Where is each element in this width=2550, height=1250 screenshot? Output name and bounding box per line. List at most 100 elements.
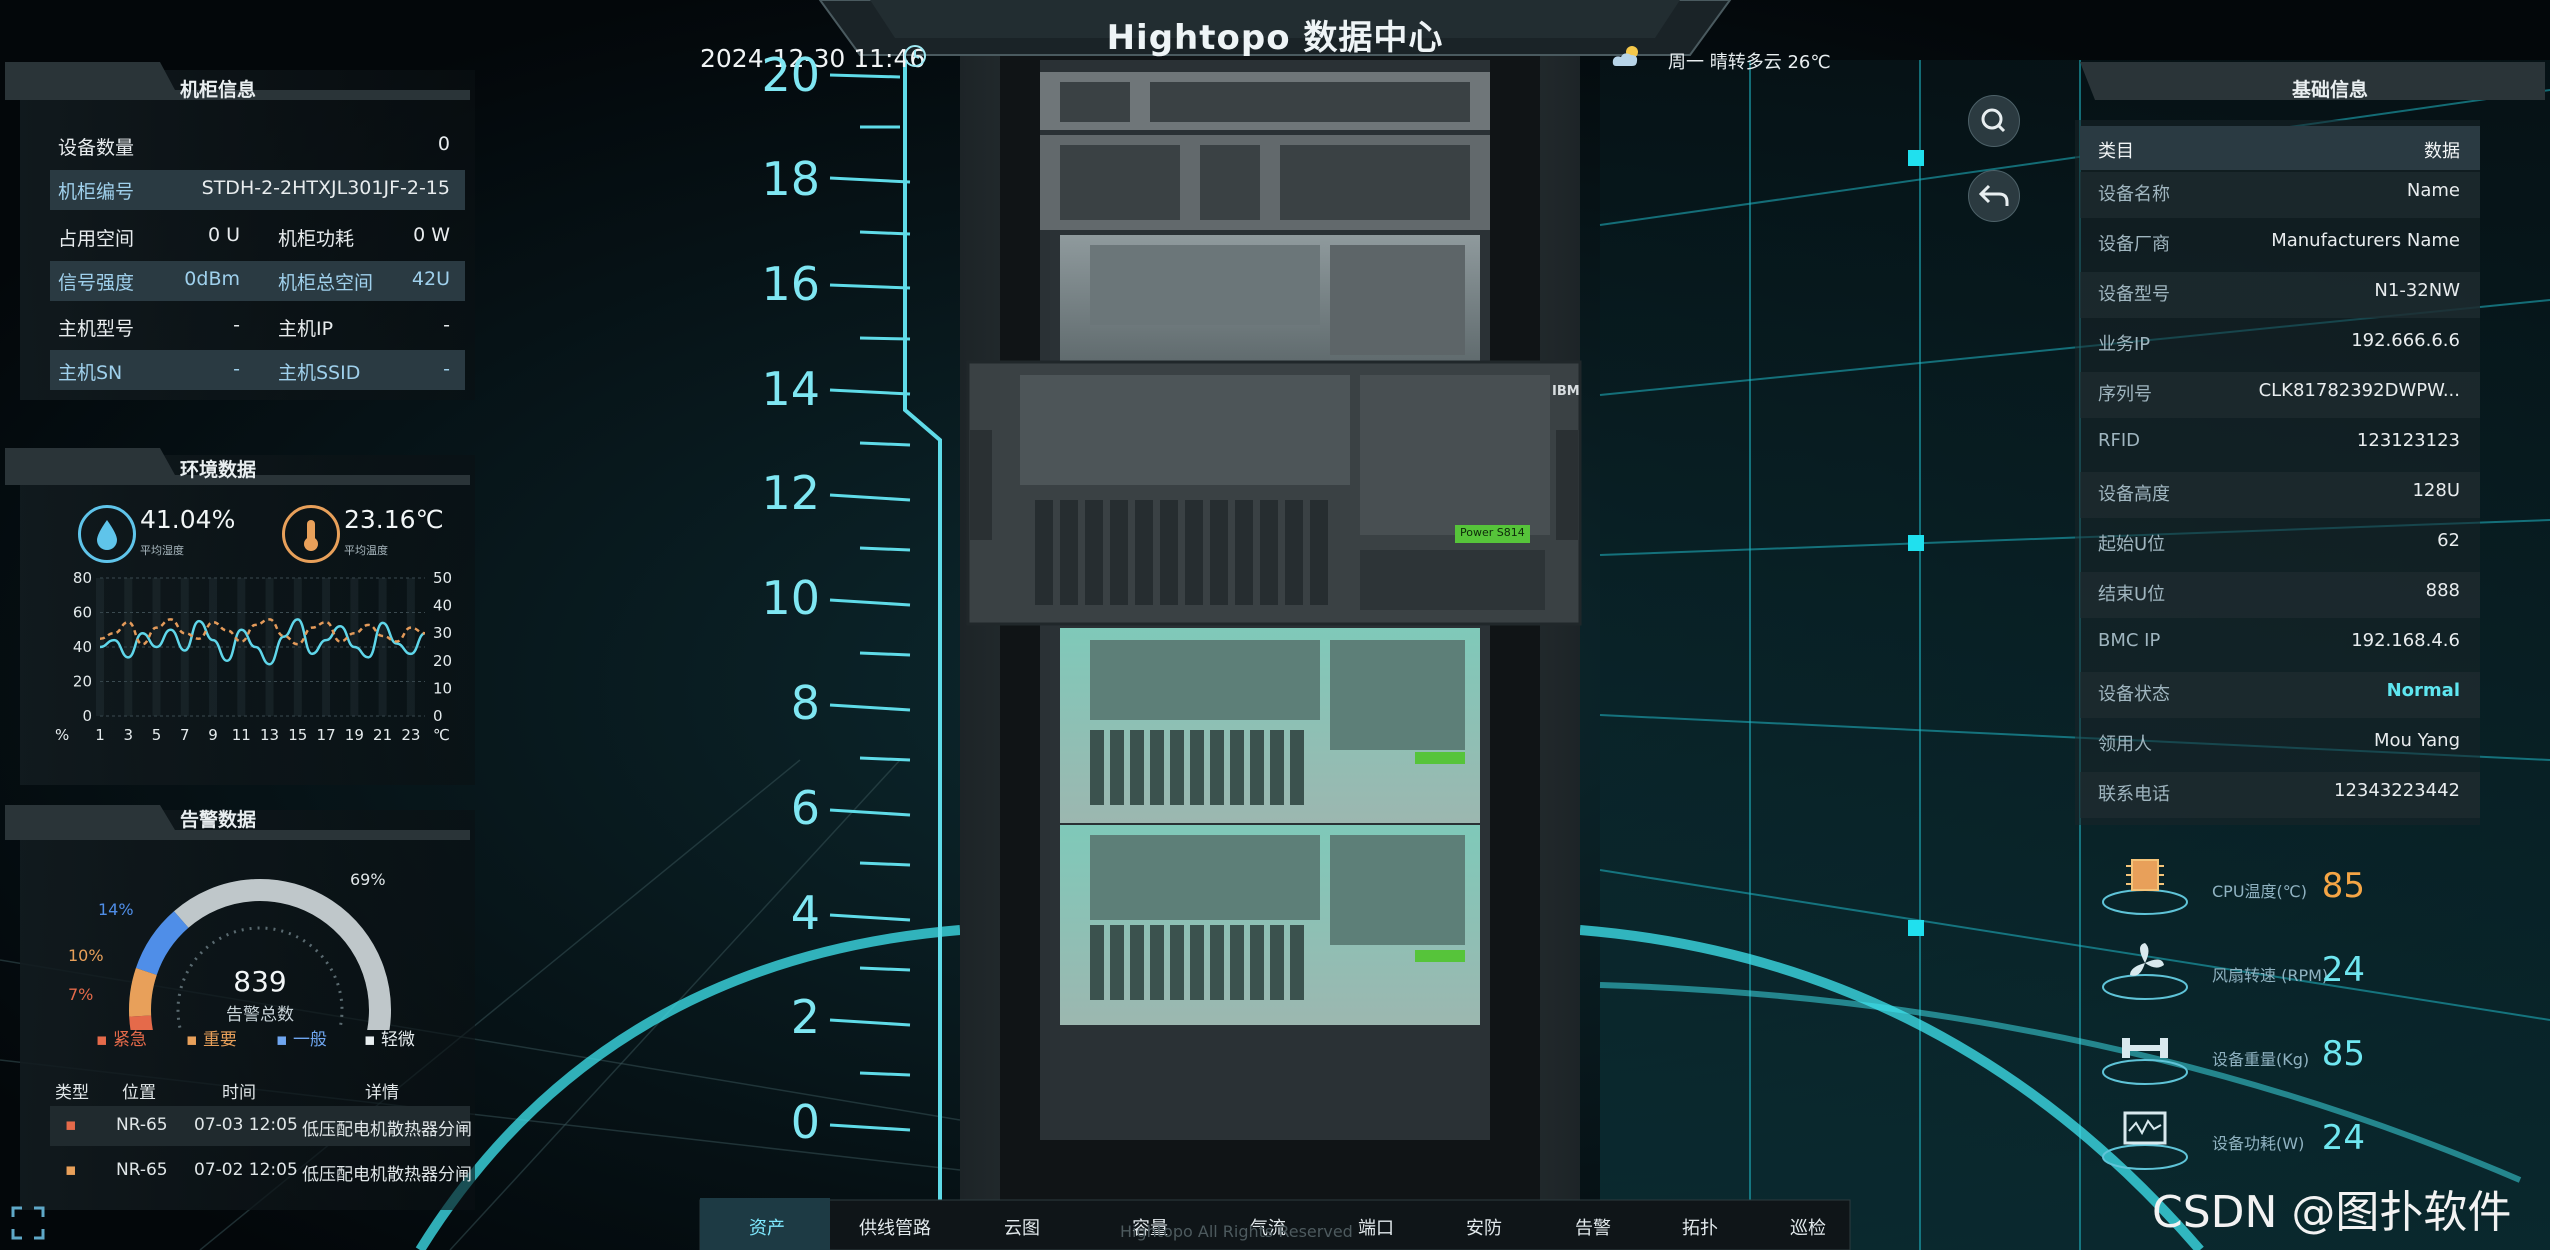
nav-supply-pipeline[interactable]: 供线管路 xyxy=(845,1214,945,1240)
legend-important-icon: ▪ xyxy=(186,1030,203,1050)
weather-text: 周一 晴转多云 26℃ xyxy=(1668,52,1831,73)
cabinet-id-value: STDH-2-2HTXJL301JF-2-15 xyxy=(201,177,450,199)
basic-info-row-value: Name xyxy=(2406,180,2460,201)
chart-y-tick-left: 20 xyxy=(73,673,92,691)
chart-y-tick-right: 20 xyxy=(433,652,452,670)
environment-line-chart: 020406080010203040501 3 5 7 9 11 13 15 17 19 21 23%… xyxy=(55,570,452,744)
alarm-row-position: NR-65 xyxy=(116,1115,168,1135)
csdn-watermark: CSDN @图扑软件 xyxy=(2152,1187,2512,1238)
alarm-col-type: 类型 xyxy=(55,1083,89,1103)
chart-column-band xyxy=(378,578,387,716)
chart-y-tick-right: 30 xyxy=(433,624,452,642)
temperature-value: 23.16℃ xyxy=(344,505,444,534)
legend-minor-label: 轻微 xyxy=(380,1030,415,1050)
legend-general-label: 一般 xyxy=(292,1030,327,1050)
device-count-value: 0 xyxy=(437,133,450,155)
used-space-value: 0 U xyxy=(207,224,240,246)
weather-cloud-icon xyxy=(1610,42,1644,70)
fullscreen-icon[interactable] xyxy=(10,1205,46,1241)
cabinet-info-title: 机柜信息 xyxy=(180,79,257,101)
metric-weight-value: 85 xyxy=(2321,1034,2365,1074)
humidity-value: 41.04% xyxy=(140,505,236,534)
gauge-segment-general xyxy=(135,911,189,976)
host-model-value: - xyxy=(233,314,240,336)
alarm-total-label: 告警总数 xyxy=(226,1005,294,1025)
nav-assets[interactable]: 资产 xyxy=(717,1214,817,1240)
legend-important[interactable]: ▪ 重要 xyxy=(186,1025,237,1050)
metric-power-value: 24 xyxy=(2321,1118,2365,1158)
temperature-icon xyxy=(282,505,340,563)
basic-info-title: 基础信息 xyxy=(2292,79,2369,101)
footer-watermark: Hightopo All Rights Reserved xyxy=(1120,1222,1353,1241)
alarm-type-icon: ▪ xyxy=(65,1115,77,1135)
nav-inspection[interactable]: 巡检 xyxy=(1758,1214,1858,1240)
total-space-value: 42U xyxy=(411,268,450,290)
chart-x-tick: 21 xyxy=(373,726,392,744)
power-meter-icon xyxy=(2100,1105,2190,1175)
cabinet-id-label: 机柜编号 xyxy=(58,181,135,203)
gauge-segment-important xyxy=(129,967,157,1017)
chart-x-tick: 15 xyxy=(288,726,307,744)
legend-general[interactable]: ▪ 一般 xyxy=(276,1025,327,1050)
chart-y-tick-right: 10 xyxy=(433,679,452,697)
host-ssid-label: 主机SSID xyxy=(278,362,361,384)
basic-info-row-value: 888 xyxy=(2425,580,2460,601)
host-sn-value: - xyxy=(233,358,240,380)
signal-label: 信号强度 xyxy=(58,272,135,294)
alarm-title: 告警数据 xyxy=(180,809,257,831)
nav-cloud-map[interactable]: 云图 xyxy=(972,1214,1072,1240)
chart-y-tick-left: 60 xyxy=(73,604,92,622)
ruler-mark: 2 xyxy=(790,990,820,1044)
basic-info-row-value: CLK81782392DWPW... xyxy=(2258,380,2460,401)
used-space-label: 占用空间 xyxy=(58,228,135,250)
legend-urgent[interactable]: ▪ 紧急 xyxy=(96,1025,147,1050)
chart-y-tick-left: 80 xyxy=(73,570,92,587)
basic-info-row-value: 12343223442 xyxy=(2334,780,2460,801)
chart-x-tick: 23 xyxy=(401,726,420,744)
basic-info-row-value: Mou Yang xyxy=(2373,730,2460,751)
cpu-chip-icon xyxy=(2100,850,2190,920)
chart-column-band xyxy=(237,578,246,716)
chart-y-tick-right: 0 xyxy=(433,707,443,725)
host-ssid-value: - xyxy=(443,358,450,380)
total-space-label: 机柜总空间 xyxy=(278,272,374,294)
ruler-mark: 14 xyxy=(761,362,820,416)
humidity-icon xyxy=(78,505,136,563)
chart-column-band xyxy=(265,578,274,716)
nav-alarm[interactable]: 告警 xyxy=(1543,1214,1643,1240)
alarm-pct-a: 14% xyxy=(98,900,134,919)
host-sn-label: 主机SN xyxy=(58,362,123,384)
ruler-mark: 18 xyxy=(761,152,820,206)
alarm-row-time: 07-02 12:05 xyxy=(194,1160,298,1180)
nav-topology[interactable]: 拓扑 xyxy=(1650,1214,1750,1240)
fan-icon xyxy=(2100,935,2190,1005)
basic-info-row-value: 62 xyxy=(2437,530,2460,551)
ruler-mark: 10 xyxy=(761,571,820,625)
chart-left-unit: % xyxy=(55,726,69,744)
search-icon[interactable] xyxy=(1968,95,2020,147)
chart-right-unit: ℃ xyxy=(433,726,450,744)
basic-info-row-value: 128U xyxy=(2412,480,2460,501)
chart-y-tick-right: 50 xyxy=(433,570,452,587)
rack-server-selected[interactable] xyxy=(968,362,1580,624)
alarm-row-detail: 低压配电机散热器分闸 xyxy=(302,1165,472,1185)
legend-important-label: 重要 xyxy=(202,1030,237,1050)
alarm-type-icon: ▪ xyxy=(65,1160,77,1180)
metric-cpu-value: 85 xyxy=(2321,866,2365,906)
chart-column-band xyxy=(209,578,218,716)
chart-column-band xyxy=(124,578,133,716)
chart-x-tick: 19 xyxy=(345,726,364,744)
chart-x-tick: 17 xyxy=(317,726,336,744)
chart-column-band xyxy=(322,578,331,716)
alarm-total: 839 xyxy=(233,965,287,998)
weight-icon xyxy=(2100,1020,2190,1090)
cabinet-power-value: 0 W xyxy=(413,224,450,246)
alarm-row-position: NR-65 xyxy=(116,1160,168,1180)
nav-security[interactable]: 安防 xyxy=(1434,1214,1534,1240)
back-icon[interactable] xyxy=(1968,170,2020,222)
environment-title: 环境数据 xyxy=(180,459,257,481)
legend-minor[interactable]: ▪ 轻微 xyxy=(364,1025,415,1050)
chart-column-band xyxy=(406,578,415,716)
chart-y-tick-right: 40 xyxy=(433,597,452,615)
alarm-pct-top: 69% xyxy=(350,870,386,889)
